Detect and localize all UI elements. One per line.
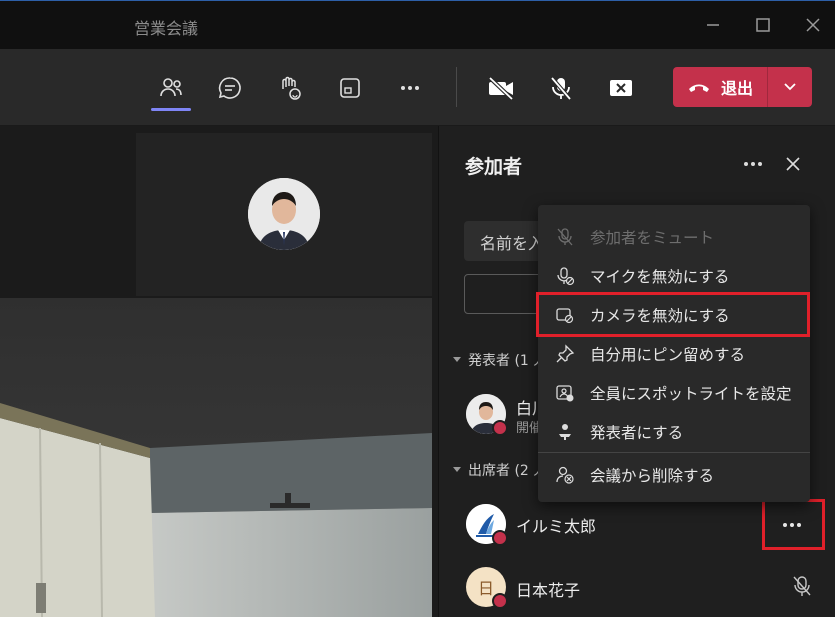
presenters-section-header[interactable]: 発表者 (1 人	[452, 350, 547, 370]
raise-hand-icon	[282, 76, 301, 100]
participants-button[interactable]	[151, 68, 191, 108]
mic-off-icon	[550, 76, 572, 101]
presenter-icon	[554, 421, 576, 443]
close-icon	[786, 157, 800, 171]
presenters-section-label: 発表者 (1 人	[468, 353, 548, 369]
mic-disable-icon	[554, 265, 576, 287]
attendee-name: 日本花子	[516, 581, 581, 600]
more-icon	[744, 162, 762, 166]
disable-camera-highlight	[536, 292, 810, 337]
attendee-status-dot	[492, 593, 508, 609]
panel-title: 参加者	[465, 156, 523, 178]
attendee-initial: 日	[477, 579, 494, 598]
title-bar: 営業会議	[0, 0, 835, 49]
more-icon	[401, 86, 419, 90]
menu-item-label: 会議から削除する	[590, 466, 715, 485]
mic-toggle-button[interactable]	[541, 68, 581, 108]
self-avatar	[248, 178, 320, 250]
minimize-icon	[707, 24, 719, 26]
active-tab-indicator	[151, 108, 191, 111]
menu-item-label: マイクを無効にする	[590, 267, 730, 286]
chat-icon	[218, 77, 241, 99]
menu-item-pin-for-me[interactable]: 自分用にピン留めする	[538, 334, 810, 373]
participant-context-menu: 参加者をミュート マイクを無効にする カメラを無効にする 自分用にピン留めする …	[538, 205, 810, 502]
maximize-icon	[756, 18, 770, 32]
menu-item-label: 自分用にピン留めする	[590, 345, 746, 364]
search-placeholder: 名前を入	[480, 234, 545, 253]
menu-item-make-presenter[interactable]: 発表者にする	[538, 412, 810, 451]
menu-item-label: 全員にスポットライトを設定	[590, 384, 792, 403]
leave-button-group: 退出	[673, 67, 812, 107]
panel-close-button[interactable]	[780, 151, 806, 177]
presenter-status-dot	[492, 420, 508, 436]
attendee-status-dot	[492, 530, 508, 546]
menu-item-remove-from-meeting[interactable]: 会議から削除する	[538, 455, 810, 494]
close-icon	[806, 18, 820, 32]
leave-options-button[interactable]	[768, 67, 812, 107]
menu-separator	[538, 452, 810, 453]
menu-item-disable-mic[interactable]: マイクを無効にする	[538, 256, 810, 295]
view-icon	[340, 78, 360, 98]
leave-label: 退出	[721, 79, 754, 98]
panel-more-button[interactable]	[738, 152, 768, 176]
attendees-section-header[interactable]: 出席者 (2 人	[452, 460, 547, 480]
attendee-muted-indicator	[790, 574, 814, 598]
camera-off-icon	[488, 76, 514, 101]
attendees-section-label: 出席者 (2 人	[468, 463, 548, 479]
caret-down-icon	[453, 467, 461, 472]
chat-button[interactable]	[210, 68, 250, 108]
mic-off-icon	[554, 226, 576, 248]
caret-down-icon	[453, 357, 461, 362]
menu-item-mute-participant[interactable]: 参加者をミュート	[538, 217, 810, 256]
more-button-highlight	[762, 499, 825, 550]
minimize-button[interactable]	[697, 9, 729, 41]
chevron-down-icon	[784, 83, 796, 91]
shared-video-feed	[0, 298, 432, 617]
reactions-button[interactable]	[270, 68, 310, 108]
remove-person-icon	[554, 464, 576, 486]
menu-item-spotlight-everyone[interactable]: 全員にスポットライトを設定	[538, 373, 810, 412]
share-button[interactable]	[601, 68, 641, 108]
toolbar-divider	[456, 67, 457, 107]
more-actions-button[interactable]	[390, 68, 430, 108]
people-icon	[160, 78, 182, 97]
close-window-button[interactable]	[797, 9, 829, 41]
leave-button[interactable]: 退出	[673, 67, 767, 107]
menu-item-label: 発表者にする	[590, 423, 684, 442]
mic-off-icon	[793, 576, 811, 596]
attendee-name: イルミ太郎	[516, 517, 597, 536]
share-stop-icon	[610, 80, 632, 96]
view-button[interactable]	[330, 68, 370, 108]
maximize-button[interactable]	[747, 9, 779, 41]
window-title: 営業会議	[134, 19, 199, 38]
camera-toggle-button[interactable]	[481, 68, 521, 108]
spotlight-icon	[554, 382, 576, 404]
pin-icon	[554, 343, 576, 365]
hang-up-icon	[689, 84, 709, 92]
menu-item-label: 参加者をミュート	[590, 228, 715, 247]
